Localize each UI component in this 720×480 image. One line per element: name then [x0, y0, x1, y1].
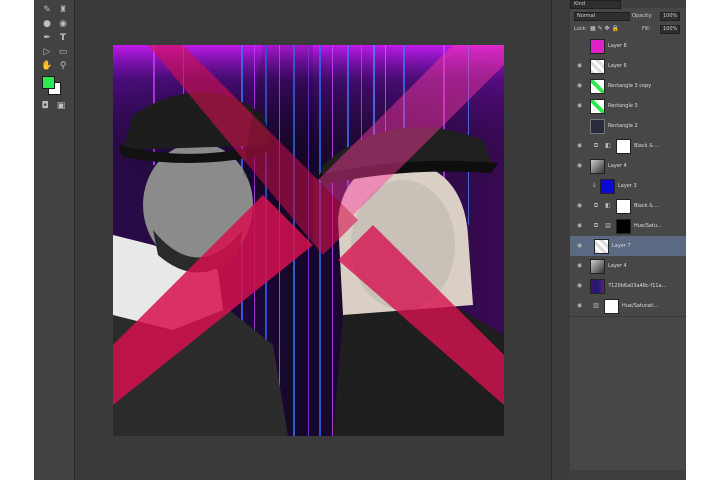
- layer-thumbnail: [590, 79, 605, 94]
- layer-name: Layer 7: [612, 243, 631, 249]
- type-tool-icon[interactable]: T: [56, 32, 70, 44]
- layer-name: 7120b6a03a48c-f11a...: [608, 283, 667, 289]
- brush-tool-icon[interactable]: ✎: [40, 4, 54, 16]
- fill-label: Fill:: [642, 26, 651, 32]
- layer-thumbnail: [590, 279, 605, 294]
- layer-row[interactable]: ◉ Rectangle 3 copy: [570, 76, 686, 97]
- layer-row[interactable]: Rectangle 2: [570, 116, 686, 137]
- layer-name: Layer 4: [608, 263, 627, 269]
- layer-row[interactable]: ↓ Layer 3: [570, 176, 686, 197]
- layer-row[interactable]: ◉ Rectangle 3: [570, 96, 686, 117]
- layer-row[interactable]: ◉ ⧉ ▥ Hue/Satu...: [570, 216, 686, 237]
- layer-name: Rectangle 3: [608, 103, 638, 109]
- eye-icon[interactable]: ◉: [576, 102, 583, 109]
- stamp-tool-icon[interactable]: ♜: [56, 4, 70, 16]
- link-icon: ⧉: [593, 222, 599, 229]
- hand-tool-icon[interactable]: ✋: [40, 60, 54, 72]
- layer-name: Layer 4: [608, 163, 627, 169]
- layer-thumbnail: [590, 39, 605, 54]
- adjustment-icon: ◧: [605, 202, 611, 209]
- layer-thumbnail: [590, 259, 605, 274]
- layer-thumbnail: [590, 119, 605, 134]
- layer-mask-thumbnail[interactable]: [616, 199, 631, 214]
- layer-row[interactable]: ◉ Layer 6: [570, 56, 686, 77]
- link-icon: ⧉: [593, 142, 599, 149]
- layer-row[interactable]: ◉ 7120b6a03a48c-f11a...: [570, 276, 686, 297]
- layer-name: Layer 8: [608, 43, 627, 49]
- opacity-input[interactable]: 100%: [660, 12, 681, 21]
- eye-icon[interactable]: ◉: [576, 262, 583, 269]
- layer-name: Hue/Saturati...: [622, 303, 659, 309]
- layer-row[interactable]: ◉ ▥ Hue/Saturati...: [570, 296, 686, 317]
- link-icon: ⧉: [593, 202, 599, 209]
- layer-row-selected[interactable]: ◉ Layer 7: [570, 236, 686, 257]
- layer-name: Layer 3: [618, 183, 637, 189]
- lock-icons[interactable]: ▦ ✎ ✥ 🔒: [590, 25, 619, 32]
- layer-mask-thumbnail[interactable]: [604, 299, 619, 314]
- layer-thumbnail: [590, 99, 605, 114]
- layers-filter-bar: Kind: [570, 0, 686, 9]
- blend-row: Normal Opacity: 100%: [570, 11, 686, 21]
- visibility-toggle[interactable]: [576, 182, 583, 189]
- blend-mode-dropdown[interactable]: Normal: [574, 12, 630, 21]
- panel-dock-strip[interactable]: [551, 0, 571, 480]
- screen-mode-icon[interactable]: ▣: [54, 100, 68, 112]
- layer-mask-thumbnail[interactable]: [616, 219, 631, 234]
- adjustment-icon: ◧: [605, 142, 611, 149]
- poster-artwork: [113, 45, 504, 436]
- layer-name: Hue/Satu...: [634, 223, 662, 229]
- layer-row[interactable]: ◉ Layer 4: [570, 156, 686, 177]
- layer-name: Layer 6: [608, 63, 627, 69]
- pen-tool-icon[interactable]: ✒: [40, 32, 54, 44]
- eye-icon[interactable]: ◉: [576, 242, 583, 249]
- visibility-toggle[interactable]: [576, 122, 583, 129]
- lock-row: Lock: ▦ ✎ ✥ 🔒 Fill: 100%: [570, 24, 686, 34]
- layer-name: Rectangle 2: [608, 123, 638, 129]
- visibility-toggle[interactable]: [576, 42, 583, 49]
- eye-icon[interactable]: ◉: [576, 82, 583, 89]
- path-select-tool-icon[interactable]: ▷: [40, 46, 54, 58]
- eye-icon[interactable]: ◉: [576, 302, 583, 309]
- zoom-tool-icon[interactable]: ⚲: [56, 60, 70, 72]
- fill-input[interactable]: 100%: [660, 25, 681, 34]
- layer-thumbnail: [590, 159, 605, 174]
- layer-thumbnail: [594, 239, 609, 254]
- layer-row[interactable]: Layer 8: [570, 36, 686, 57]
- layer-name: Black & ...: [634, 143, 660, 149]
- clip-arrow-icon: ↓: [591, 182, 597, 189]
- eye-icon[interactable]: ◉: [576, 62, 583, 69]
- layer-row[interactable]: ◉ Layer 4: [570, 256, 686, 277]
- adjustment-icon: ▥: [593, 302, 599, 309]
- eye-icon[interactable]: ◉: [576, 282, 583, 289]
- eye-icon[interactable]: ◉: [576, 222, 583, 229]
- document-area[interactable]: [75, 0, 551, 480]
- layer-row[interactable]: ◉ ⧉ ◧ Black & ...: [570, 136, 686, 157]
- quick-mask-icon[interactable]: ◘: [38, 100, 52, 112]
- layer-mask-thumbnail[interactable]: [616, 139, 631, 154]
- eye-icon[interactable]: ◉: [576, 162, 583, 169]
- eye-icon[interactable]: ◉: [576, 202, 583, 209]
- foreground-color-swatch[interactable]: [42, 76, 55, 89]
- layer-thumbnail: [600, 179, 615, 194]
- layers-panel-footer: [570, 470, 686, 480]
- blur-tool-icon[interactable]: ●: [40, 18, 54, 30]
- layer-thumbnail: [590, 59, 605, 74]
- layers-panel: Kind Normal Opacity: 100% Lock: ▦ ✎ ✥ 🔒 …: [570, 0, 686, 480]
- canvas-image[interactable]: [113, 45, 504, 436]
- layer-row[interactable]: ◉ ⧉ ◧ Black & ...: [570, 196, 686, 217]
- layer-name: Rectangle 3 copy: [608, 83, 652, 89]
- tools-panel: ✎ ♜ ● ◉ ✒ T ▷ ▭ ✋ ⚲ ◘ ▣: [34, 0, 75, 480]
- eye-icon[interactable]: ◉: [576, 142, 583, 149]
- sponge-tool-icon[interactable]: ◉: [56, 18, 70, 30]
- adjustment-icon: ▥: [605, 222, 611, 229]
- filter-kind-dropdown[interactable]: Kind: [570, 0, 621, 9]
- lock-label: Lock:: [574, 26, 588, 32]
- photoshop-window: ✎ ♜ ● ◉ ✒ T ▷ ▭ ✋ ⚲ ◘ ▣ Kind Normal Opac…: [34, 0, 686, 480]
- layer-name: Black & ...: [634, 203, 660, 209]
- opacity-label: Opacity:: [632, 13, 653, 19]
- rectangle-tool-icon[interactable]: ▭: [56, 46, 70, 58]
